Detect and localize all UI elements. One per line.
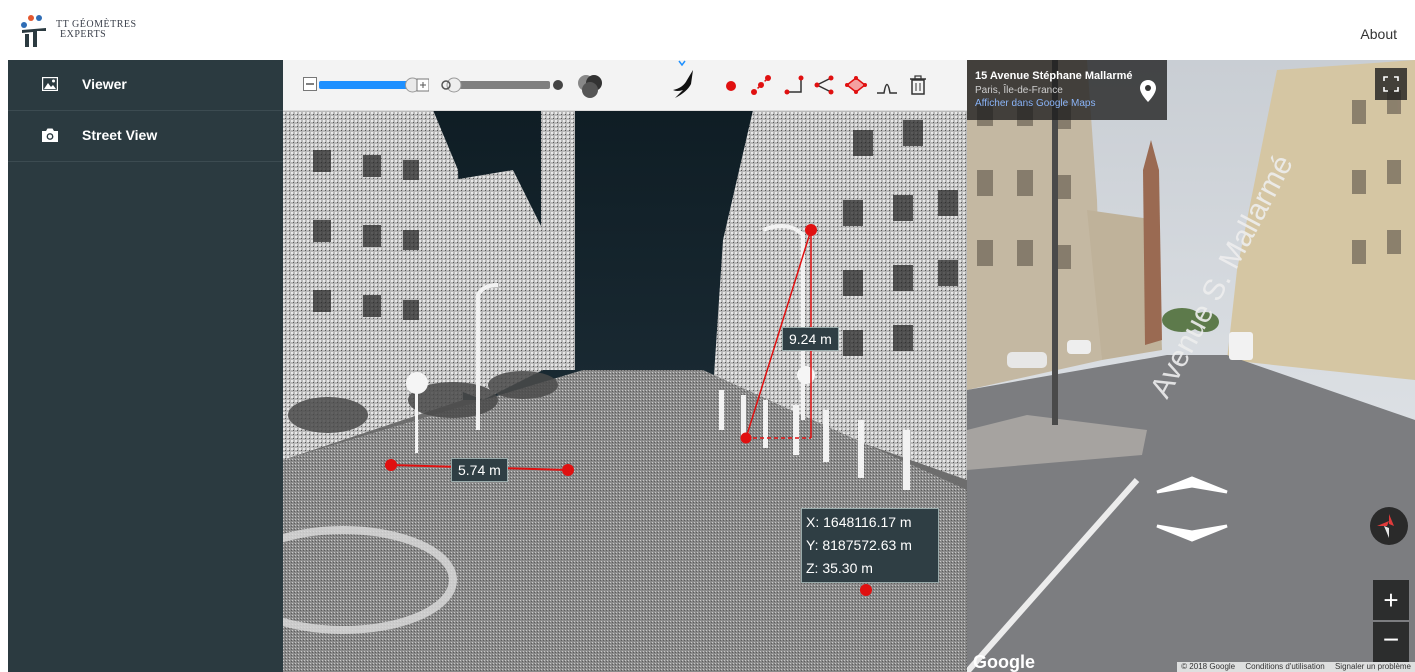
about-link[interactable]: About [1360, 26, 1397, 42]
google-logo: Google [973, 652, 1035, 672]
minus-box-icon[interactable] [303, 77, 317, 91]
logo-text: TT GÉOMÈTRES EXPERTS [56, 20, 137, 40]
report-problem-link[interactable]: Signaler un problème [1331, 662, 1415, 671]
sidebar-item-viewer[interactable]: Viewer [8, 60, 283, 111]
coordinate-readout: X: 1648116.17 m Y: 8187572.63 m Z: 35.30… [801, 508, 939, 583]
trash-icon[interactable] [907, 74, 929, 96]
address-title: 15 Avenue Stéphane Mallarmé [975, 70, 1133, 82]
open-in-maps-link[interactable]: Afficher dans Google Maps [975, 98, 1095, 109]
sidebar-item-label: Viewer [82, 76, 127, 92]
distance-label: 5.74 m [451, 458, 508, 482]
point-measurement-marker[interactable] [860, 584, 872, 596]
street-view-info-card: 15 Avenue Stéphane Mallarmé Paris, Île-d… [967, 60, 1167, 120]
fullscreen-icon [1383, 76, 1399, 92]
area-measure-icon[interactable] [845, 74, 867, 96]
address-subtitle: Paris, Île-de-France [975, 85, 1063, 96]
logo[interactable]: TT GÉOMÈTRES EXPERTS [20, 14, 150, 50]
point-cloud-viewer[interactable]: 5.74 m 9.24 m X: 1648116.17 m Y: 8187572… [283, 60, 967, 672]
header: TT GÉOMÈTRES EXPERTS About [0, 0, 1415, 60]
coordinate-y: Y: 8187572.63 m [806, 537, 912, 553]
height-measure-icon[interactable] [783, 74, 805, 96]
bird-icon[interactable] [673, 68, 697, 102]
image-icon [42, 77, 58, 91]
chevron-down-icon[interactable] [678, 60, 686, 68]
street-view-panorama[interactable]: Avenue S. Mallarmé [967, 60, 1415, 672]
zoom-slider[interactable] [319, 76, 429, 94]
map-pin-icon[interactable] [1137, 78, 1159, 104]
logo-line2: EXPERTS [60, 29, 107, 40]
terms-link[interactable]: Conditions d'utilisation [1241, 662, 1328, 671]
street-view-footer: © 2018 Google Conditions d'utilisation S… [1177, 662, 1415, 672]
profile-icon[interactable] [876, 74, 898, 96]
compass-icon[interactable] [1369, 506, 1409, 546]
copyright-text: © 2018 Google [1181, 662, 1236, 671]
coordinate-x: X: 1648116.17 m [806, 514, 912, 530]
zoom-in-button[interactable]: + [1373, 580, 1409, 620]
angle-measure-icon[interactable] [813, 74, 835, 96]
logo-mark-icon [21, 15, 46, 47]
viewer-toolbar [283, 60, 967, 111]
sidebar-item-street-view[interactable]: Street View [8, 111, 283, 162]
height-label: 9.24 m [782, 327, 839, 351]
camera-icon [42, 128, 58, 142]
sidebar-item-label: Street View [82, 127, 158, 143]
coordinate-z: Z: 35.30 m [806, 560, 873, 576]
material-icon[interactable] [575, 71, 605, 101]
street-view-panel[interactable]: Avenue S. Mallarmé 15 Avenue Stéphane Ma… [967, 60, 1415, 672]
opacity-slider[interactable] [440, 76, 565, 94]
sidebar: Viewer Street View [8, 60, 283, 672]
distance-measure-icon[interactable] [750, 74, 772, 96]
point-measure-icon[interactable] [720, 74, 742, 96]
fullscreen-button[interactable] [1375, 68, 1407, 100]
zoom-out-button[interactable]: − [1373, 622, 1409, 662]
